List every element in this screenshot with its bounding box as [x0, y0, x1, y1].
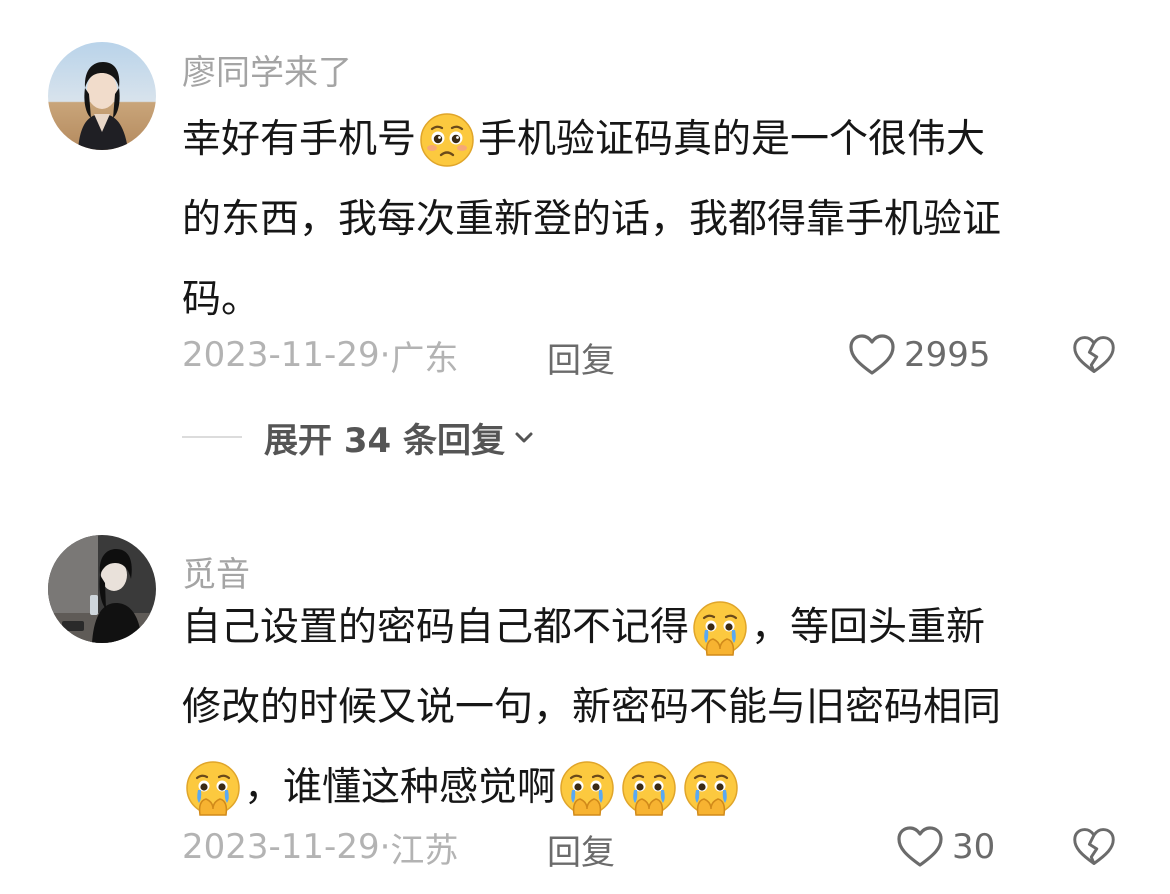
reply-button[interactable]: 回复	[547, 333, 615, 382]
comment-card: 廖同学来了 幸好有手机号 手机验证码真的是一个很伟大的东西，我每次重新登的话，我…	[0, 0, 1170, 470]
heart-outline-icon	[897, 826, 943, 867]
comment-text: 自己设置的密码自己都不记得 ，等回头重新修改的时候又说一句，新密码不能与旧密码相…	[182, 588, 1142, 828]
crying-hands-face-icon	[684, 761, 738, 816]
comment-text-segment: 修改的时候又说一句，新密码不能与旧密码相同	[182, 685, 1002, 730]
comment-text-segment: 的东西，我每次重新登的话，我都得靠手机验证	[182, 197, 1002, 242]
like-count: 2995	[904, 335, 991, 375]
avatar[interactable]	[48, 42, 156, 150]
comment-text-segment: 手机验证码真的是一个很伟大	[478, 117, 986, 162]
comment-text-segment: 码。	[182, 277, 261, 322]
comment-text-segment: 自己设置的密码自己都不记得	[182, 605, 690, 650]
crying-hands-face-icon	[622, 761, 676, 816]
crying-hands-face-icon	[560, 761, 614, 816]
heart-outline-icon	[849, 334, 895, 375]
username[interactable]: 廖同学来了	[182, 45, 352, 94]
expand-replies-label: 展开 34 条回复	[264, 420, 505, 461]
comment-date: 2023-11-29	[182, 335, 380, 375]
comment-meta: 2023-11-29 · 广东	[182, 330, 458, 380]
expand-replies-button[interactable]: 展开 34 条回复	[182, 412, 535, 462]
like-button[interactable]: 30	[896, 822, 995, 872]
comment-text-line: 码。	[182, 260, 1142, 340]
comment-text-line: 幸好有手机号 手机验证码真的是一个很伟大	[182, 100, 1142, 180]
comment-text-segment: ，谁懂这种感觉啊	[244, 765, 557, 810]
divider	[182, 436, 242, 438]
comment-text-line: 自己设置的密码自己都不记得 ，等回头重新	[182, 588, 1142, 668]
chevron-down-icon	[515, 432, 533, 443]
comment-date: 2023-11-29	[182, 827, 380, 867]
broken-heart-icon[interactable]	[1072, 825, 1116, 869]
comment-text-segment: ，等回头重新	[751, 605, 986, 650]
meta-separator: ·	[379, 335, 391, 375]
comment-text-line: 修改的时候又说一句，新密码不能与旧密码相同	[182, 668, 1142, 748]
comment-text-line: ，谁懂这种感觉啊	[182, 748, 1142, 828]
broken-heart-icon[interactable]	[1072, 333, 1116, 377]
comment-text-segment: 幸好有手机号	[182, 117, 417, 162]
comment-location: 江苏	[390, 830, 459, 871]
comment-text-line: 的东西，我每次重新登的话，我都得靠手机验证	[182, 180, 1142, 260]
meta-separator: ·	[379, 827, 391, 867]
pleading-face-icon	[420, 113, 474, 167]
like-button[interactable]: 2995	[848, 330, 991, 380]
comment-text: 幸好有手机号 手机验证码真的是一个很伟大的东西，我每次重新登的话，我都得靠手机验…	[182, 100, 1142, 340]
avatar[interactable]	[48, 535, 156, 643]
comment-location: 广东	[390, 338, 459, 379]
comment-meta: 2023-11-29 · 江苏	[182, 822, 458, 872]
reply-button[interactable]: 回复	[547, 825, 615, 874]
like-count: 30	[952, 827, 996, 867]
crying-hands-face-icon	[186, 761, 240, 816]
crying-hands-face-icon	[693, 601, 747, 656]
